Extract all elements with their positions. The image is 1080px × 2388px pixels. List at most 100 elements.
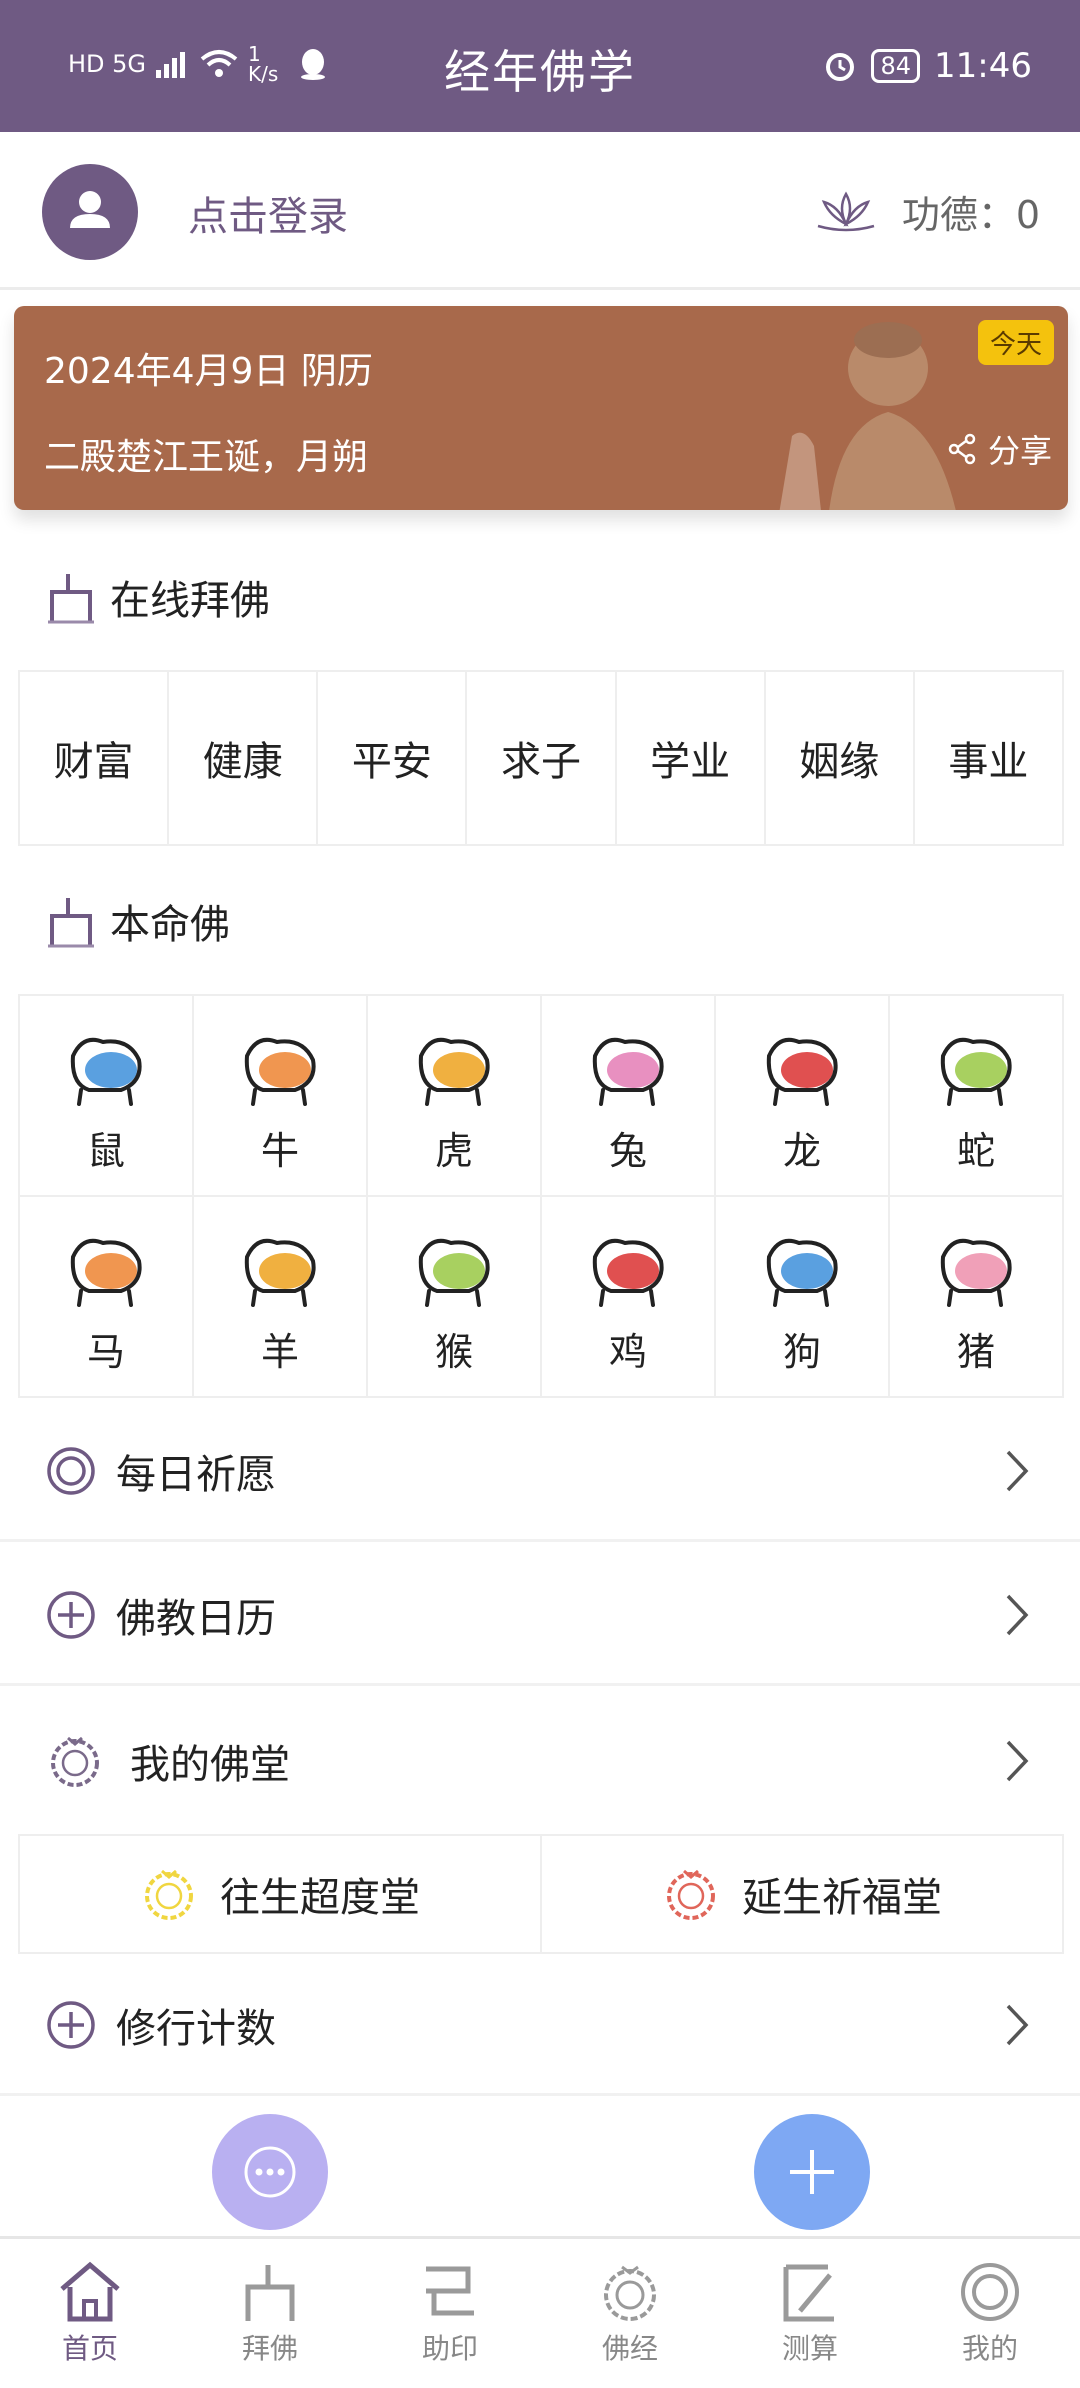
daily-prayer-label: 每日祈愿 <box>116 1451 276 1498</box>
status-bar-right: 84 11:46 <box>823 46 1032 86</box>
zodiac-animal-icon <box>70 1037 142 1106</box>
hall-blessing-label: 延生祈福堂 <box>742 1875 942 1921</box>
banner-date: 2024年4月9日 阴历 <box>44 351 373 392</box>
zodiac-item[interactable]: 牛 <box>194 996 368 1197</box>
zodiac-item[interactable]: 龙 <box>716 996 890 1197</box>
lotus-icon <box>817 190 875 231</box>
zodiac-item[interactable]: 猴 <box>368 1197 542 1398</box>
zodiac-name: 牛 <box>260 1129 299 1173</box>
worship-purpose-grid: 财富 健康 平安 求子 学业 姻缘 事业 <box>18 670 1064 846</box>
zodiac-animal-icon <box>766 1238 838 1307</box>
calendar-label: 佛教日历 <box>116 1595 276 1642</box>
purpose-item[interactable]: 事业 <box>915 672 1062 844</box>
print-icon <box>426 2266 474 2315</box>
section-natal-buddha: 本命佛 <box>46 892 230 950</box>
section-title-online: 在线拜佛 <box>110 578 270 624</box>
tab-print[interactable]: 助印 <box>360 2239 540 2388</box>
battery-level: 84 <box>871 49 921 83</box>
calc-icon <box>783 2264 834 2321</box>
tab-label: 首页 <box>61 2331 118 2365</box>
tab-label: 助印 <box>421 2331 478 2365</box>
zodiac-item[interactable]: 马 <box>20 1197 194 1398</box>
bottom-tab-bar: 首页 拜佛 助印 佛经 测算 我的 <box>0 2236 1080 2388</box>
zodiac-item[interactable]: 兔 <box>542 996 716 1197</box>
section-online-worship: 在线拜佛 <box>46 568 270 626</box>
tab-profile[interactable]: 我的 <box>900 2239 1080 2388</box>
login-row[interactable]: 点击登录 功德：0 <box>0 132 1080 290</box>
zodiac-animal-icon <box>418 1037 490 1106</box>
zodiac-animal-icon <box>940 1037 1012 1106</box>
tab-worship[interactable]: 拜佛 <box>180 2239 360 2388</box>
buddha-statue-image <box>779 322 956 510</box>
zodiac-name: 兔 <box>608 1129 647 1173</box>
zodiac-animal-icon <box>592 1037 664 1106</box>
hall-blessing-button[interactable]: 延生祈福堂 <box>542 1836 1062 1952</box>
purpose-item[interactable]: 学业 <box>617 672 766 844</box>
plus-icon <box>790 2150 834 2194</box>
zodiac-item[interactable]: 猪 <box>890 1197 1064 1398</box>
zodiac-item[interactable]: 蛇 <box>890 996 1064 1197</box>
tab-label: 佛经 <box>601 2331 658 2365</box>
tab-sutra[interactable]: 佛经 <box>540 2239 720 2388</box>
my-hall-label: 我的佛堂 <box>130 1742 290 1788</box>
hall-options: 往生超度堂 延生祈福堂 <box>18 1834 1064 1954</box>
practice-count-row[interactable]: 修行计数 <box>0 1956 1080 2096</box>
purpose-item[interactable]: 姻缘 <box>766 672 915 844</box>
chevron-right-icon <box>1006 1450 1029 1491</box>
zodiac-item[interactable]: 鼠 <box>20 996 194 1197</box>
tab-label: 我的 <box>961 2331 1018 2365</box>
more-icon <box>244 2146 296 2198</box>
zodiac-name: 虎 <box>434 1129 473 1173</box>
my-hall-row[interactable]: 我的佛堂 <box>0 1690 1080 1832</box>
target-icon <box>47 1446 95 1495</box>
wreath-icon <box>145 1869 193 1920</box>
zodiac-animal-icon <box>418 1238 490 1307</box>
chevron-right-icon <box>1006 1594 1029 1635</box>
zodiac-item[interactable]: 羊 <box>194 1197 368 1398</box>
calendar-banner[interactable]: 2024年4月9日 阴历 二殿楚江王诞，月朔 今天 分享 <box>14 306 1068 510</box>
share-label: 分享 <box>987 432 1052 470</box>
merit-display: 功德：0 <box>812 184 1040 239</box>
tab-home[interactable]: 首页 <box>0 2239 180 2388</box>
share-button[interactable]: 分享 <box>948 426 1052 472</box>
chevron-right-icon <box>1006 1740 1029 1782</box>
more-fab-button[interactable] <box>212 2114 328 2230</box>
purpose-item[interactable]: 求子 <box>467 672 617 844</box>
zodiac-name: 鸡 <box>608 1330 647 1374</box>
share-icon <box>948 433 976 465</box>
altar-icon <box>48 574 94 624</box>
add-fab-button[interactable] <box>754 2114 870 2230</box>
zodiac-name: 鼠 <box>86 1129 125 1173</box>
merit-label: 功德：0 <box>901 193 1040 237</box>
login-link[interactable]: 点击登录 <box>188 184 348 242</box>
profile-icon <box>961 2262 1019 2321</box>
zodiac-item[interactable]: 虎 <box>368 996 542 1197</box>
tab-label: 拜佛 <box>241 2331 298 2365</box>
daily-prayer-row[interactable]: 每日祈愿 <box>0 1402 1080 1542</box>
wreath-icon <box>51 1736 99 1787</box>
zodiac-animal-icon <box>244 1037 316 1106</box>
zodiac-name: 马 <box>86 1330 125 1374</box>
purpose-item[interactable]: 财富 <box>20 672 170 844</box>
tab-calc[interactable]: 测算 <box>720 2239 900 2388</box>
app-header: HD 5G 1 K/s 经年佛学 84 11:46 <box>0 0 1080 132</box>
zodiac-item[interactable]: 鸡 <box>542 1197 716 1398</box>
calendar-row[interactable]: 佛教日历 <box>0 1546 1080 1686</box>
zodiac-item[interactable]: 狗 <box>716 1197 890 1398</box>
avatar[interactable] <box>42 164 138 260</box>
plus-circle-icon <box>47 2000 95 2049</box>
zodiac-name: 猪 <box>956 1330 995 1374</box>
chevron-right-icon <box>1006 2004 1029 2045</box>
zodiac-name: 蛇 <box>956 1129 995 1173</box>
purpose-item[interactable]: 平安 <box>318 672 468 844</box>
hall-rebirth-button[interactable]: 往生超度堂 <box>20 1836 542 1952</box>
wreath-icon <box>604 2265 656 2321</box>
practice-count-label: 修行计数 <box>116 2005 276 2052</box>
altar-icon <box>245 2264 295 2321</box>
tab-label: 测算 <box>781 2331 838 2365</box>
zodiac-name: 羊 <box>260 1330 299 1374</box>
plus-circle-icon <box>47 1590 95 1639</box>
zodiac-name: 狗 <box>782 1330 821 1374</box>
banner-festival: 二殿楚江王诞，月朔 <box>44 437 369 478</box>
purpose-item[interactable]: 健康 <box>169 672 319 844</box>
